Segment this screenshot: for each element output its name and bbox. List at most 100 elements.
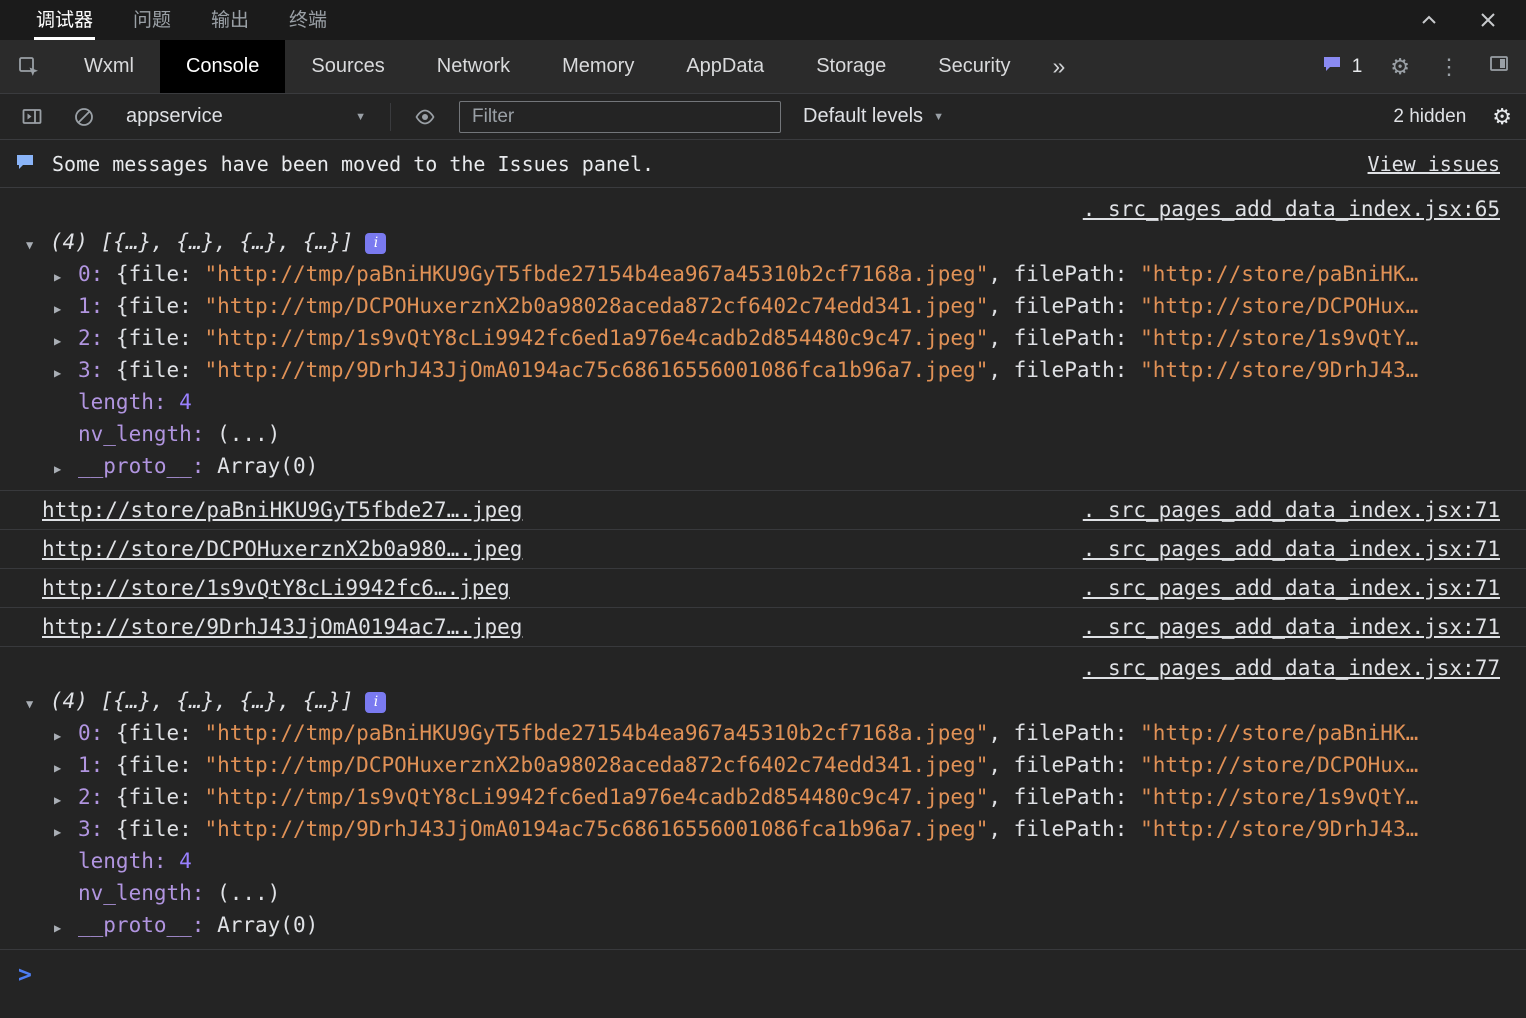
settings-gear-icon[interactable]: ⚙ — [1390, 55, 1410, 78]
prompt-chevron-icon: > — [18, 962, 32, 988]
array-item-row: ▶ 2: {file: "http://tmp/1s9vQtY8cLi9942fc… — [26, 781, 1526, 813]
filepath-url: "http://store/paBniHK… — [1140, 262, 1419, 286]
filepath-url: "http://store/1s9vQtY… — [1140, 326, 1419, 350]
console-message-link: http://store/1s9vQtY8cLi9942fc6….jpeg . … — [0, 569, 1526, 608]
chevron-collapsed-icon[interactable]: ▶ — [54, 912, 78, 941]
tab-appdata[interactable]: AppData — [660, 40, 790, 93]
tab-console[interactable]: Console — [159, 40, 286, 93]
tab-security[interactable]: Security — [912, 40, 1036, 93]
filepath-label: , filePath: — [988, 785, 1128, 809]
chevron-collapsed-icon[interactable]: ▶ — [54, 784, 78, 813]
property-value: 4 — [179, 390, 192, 414]
chevron-collapsed-icon[interactable]: ▶ — [54, 325, 78, 354]
chevron-expanded-icon[interactable]: ▼ — [26, 229, 50, 258]
source-link[interactable]: . src_pages_add_data_index.jsx:65 — [1083, 197, 1500, 221]
array-preview-row: ▼ (4) [{…}, {…}, {…}, {…}] i — [26, 226, 1526, 258]
file-url: "http://tmp/paBniHKU9GyT5fbde27154b4ea96… — [204, 721, 989, 745]
array-item-row: ▶ 3: {file: "http://tmp/9DrhJ43JjOmA0194a… — [26, 354, 1526, 386]
filepath-label: , filePath: — [988, 753, 1128, 777]
message-bubble-icon — [1321, 53, 1343, 80]
file-url: "http://tmp/1s9vQtY8cLi9942fc6ed1a976e4c… — [204, 326, 989, 350]
store-url-link[interactable]: http://store/1s9vQtY8cLi9942fc6….jpeg — [42, 576, 510, 600]
array-preview: (4) [{…}, {…}, {…}, {…}] — [50, 230, 354, 254]
window-tab-issues[interactable]: 问题 — [131, 0, 173, 40]
context-label: appservice — [126, 105, 223, 127]
tab-network[interactable]: Network — [411, 40, 536, 93]
chevron-collapsed-icon[interactable]: ▶ — [54, 293, 78, 322]
console-sidebar-icon[interactable] — [14, 100, 50, 134]
tab-memory[interactable]: Memory — [536, 40, 660, 93]
chevron-collapsed-icon[interactable]: ▶ — [54, 720, 78, 749]
property-key: 3: — [78, 358, 104, 382]
property-key: 2: — [78, 785, 104, 809]
toolbar-divider — [390, 102, 391, 131]
property-row: nv_length: (...) — [26, 877, 1526, 909]
getter-ellipsis[interactable]: (...) — [217, 881, 280, 905]
kebab-menu-icon[interactable]: ⋮ — [1438, 55, 1460, 78]
more-tabs-button[interactable]: » — [1037, 40, 1082, 93]
store-url-link[interactable]: http://store/paBniHKU9GyT5fbde27….jpeg — [42, 498, 522, 522]
tab-wxml[interactable]: Wxml — [58, 40, 160, 93]
property-key: 0: — [78, 262, 104, 286]
array-log-tree: ▼ (4) [{…}, {…}, {…}, {…}] i ▶ 0: {file: "h… — [0, 685, 1526, 949]
filepath-label: , filePath: — [988, 721, 1128, 745]
console-message-link: http://store/9DrhJ43JjOmA0194ac7….jpeg .… — [0, 608, 1526, 647]
tab-storage[interactable]: Storage — [790, 40, 912, 93]
clear-console-icon[interactable] — [66, 100, 102, 134]
console-prompt[interactable]: > — [0, 950, 1526, 988]
tab-sources[interactable]: Sources — [285, 40, 410, 93]
getter-ellipsis[interactable]: (...) — [217, 422, 280, 446]
property-key: 0: — [78, 721, 104, 745]
tabbar-spacer — [1081, 40, 1320, 93]
console-message-link: http://store/DCPOHuxerznX2b0a980….jpeg .… — [0, 530, 1526, 569]
filepath-url: "http://store/1s9vQtY… — [1140, 785, 1419, 809]
dock-side-icon[interactable] — [1488, 53, 1510, 80]
inspect-element-icon[interactable] — [0, 40, 58, 93]
console-infobar: Some messages have been moved to the Iss… — [0, 140, 1526, 188]
view-issues-link[interactable]: View issues — [1368, 152, 1500, 176]
eye-icon[interactable] — [407, 100, 443, 134]
source-link[interactable]: . src_pages_add_data_index.jsx:77 — [1083, 656, 1500, 680]
chevron-collapsed-icon[interactable]: ▶ — [54, 816, 78, 845]
info-message-icon — [14, 151, 36, 177]
log-levels-dropdown[interactable]: Default levels ▼ — [797, 105, 950, 128]
tabbar-right-icons: 1 ⚙ ⋮ — [1321, 40, 1526, 93]
devtools-window: { "colors": { "background": "#242424", "… — [0, 0, 1526, 1018]
file-url: "http://tmp/paBniHKU9GyT5fbde27154b4ea96… — [204, 262, 989, 286]
property-row: length: 4 — [26, 845, 1526, 877]
store-url-link[interactable]: http://store/DCPOHuxerznX2b0a980….jpeg — [42, 537, 522, 561]
source-row: . src_pages_add_data_index.jsx:77 — [0, 647, 1526, 685]
file-url: "http://tmp/9DrhJ43JjOmA0194ac75c6861655… — [204, 817, 989, 841]
console-settings-icon[interactable]: ⚙ — [1492, 105, 1512, 128]
source-row: . src_pages_add_data_index.jsx:65 — [0, 188, 1526, 226]
window-titlebar: 调试器 问题 输出 终端 — [0, 0, 1526, 40]
file-url: "http://tmp/DCPOHuxerznX2b0a98028aceda87… — [204, 294, 989, 318]
store-url-link[interactable]: http://store/9DrhJ43JjOmA0194ac7….jpeg — [42, 615, 522, 639]
source-link[interactable]: . src_pages_add_data_index.jsx:71 — [1083, 615, 1500, 639]
window-controls — [1418, 0, 1526, 40]
object-open: {file: — [115, 262, 192, 286]
chevron-collapsed-icon[interactable]: ▶ — [54, 453, 78, 482]
execution-context-selector[interactable]: appservice ▼ — [118, 105, 374, 128]
source-link[interactable]: . src_pages_add_data_index.jsx:71 — [1083, 537, 1500, 561]
collapse-chevron-icon[interactable] — [1418, 9, 1440, 31]
window-tab-debugger[interactable]: 调试器 — [34, 0, 96, 40]
issues-counter-button[interactable]: 1 — [1321, 53, 1362, 80]
object-open: {file: — [115, 817, 192, 841]
window-tab-output[interactable]: 输出 — [209, 0, 251, 40]
chevron-collapsed-icon[interactable]: ▶ — [54, 357, 78, 386]
hidden-messages-count: 2 hidden — [1393, 105, 1467, 127]
levels-label: Default levels — [803, 105, 924, 127]
close-icon[interactable] — [1478, 10, 1498, 30]
source-link[interactable]: . src_pages_add_data_index.jsx:71 — [1083, 498, 1500, 522]
console-message-link: http://store/paBniHKU9GyT5fbde27….jpeg .… — [0, 491, 1526, 530]
chevron-collapsed-icon[interactable]: ▶ — [54, 261, 78, 290]
window-tab-terminal[interactable]: 终端 — [287, 0, 329, 40]
source-link[interactable]: . src_pages_add_data_index.jsx:71 — [1083, 576, 1500, 600]
property-key: __proto__: — [78, 913, 205, 937]
object-open: {file: — [115, 753, 192, 777]
chevron-collapsed-icon[interactable]: ▶ — [54, 752, 78, 781]
array-item-row: ▶ 1: {file: "http://tmp/DCPOHuxerznX2b0a9… — [26, 749, 1526, 781]
chevron-expanded-icon[interactable]: ▼ — [26, 688, 50, 717]
filter-input[interactable] — [459, 100, 781, 133]
